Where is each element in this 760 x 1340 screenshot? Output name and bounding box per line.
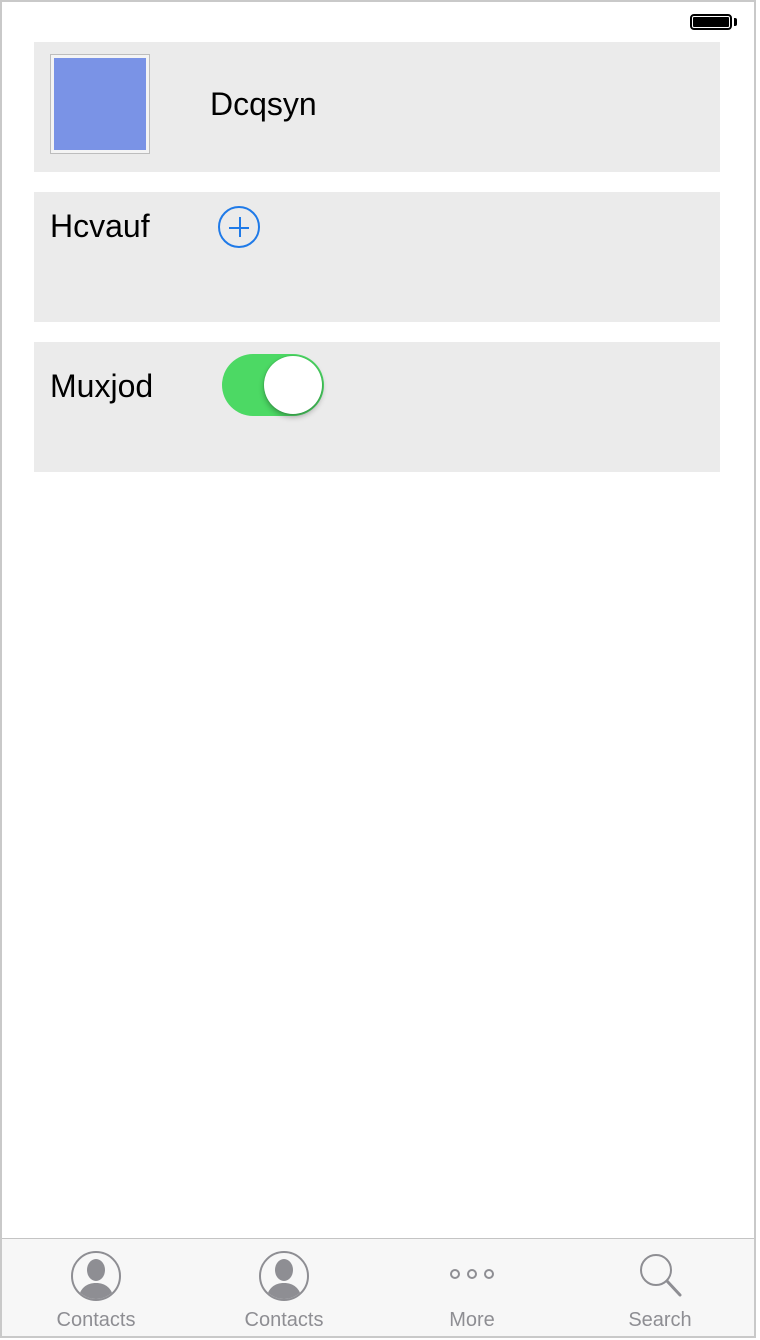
thumbnail-frame: [50, 54, 150, 154]
tab-label: Contacts: [244, 1309, 324, 1331]
tab-more[interactable]: More: [378, 1239, 566, 1336]
list-row-muxjod: Muxjod: [34, 342, 720, 472]
list-row-hcvauf: Hcvauf: [34, 192, 720, 322]
tab-contacts-1[interactable]: Contacts: [2, 1239, 190, 1336]
thumbnail-image: [54, 58, 146, 150]
tab-label: Contacts: [56, 1309, 136, 1331]
row-title-muxjod: Muxjod: [50, 368, 154, 404]
tab-search[interactable]: Search: [566, 1239, 754, 1336]
row-title-dcqsyn: Dcqsyn: [210, 86, 317, 122]
toggle-knob[interactable]: [264, 356, 322, 414]
add-circle-icon[interactable]: [218, 206, 260, 248]
tab-contacts-2[interactable]: Contacts: [190, 1239, 378, 1336]
battery-terminal: [734, 18, 737, 26]
search-icon: [640, 1254, 682, 1297]
row-title-hcvauf: Hcvauf: [50, 208, 150, 244]
list-row-dcqsyn[interactable]: Dcqsyn: [34, 42, 720, 172]
tab-bar: Contacts Contacts More Search: [2, 1238, 754, 1336]
tab-label: More: [449, 1309, 495, 1331]
tab-label: Search: [628, 1309, 692, 1331]
battery-full-icon: [690, 14, 732, 30]
contact-person-icon: [259, 1251, 309, 1301]
app-screen: Dcqsyn Hcvauf Muxjod Contacts Contacts M…: [0, 0, 756, 1338]
contact-person-icon: [71, 1251, 121, 1301]
more-dots-icon: [450, 1269, 494, 1279]
muxjod-toggle-switch[interactable]: [222, 354, 324, 416]
battery-level: [693, 17, 729, 27]
